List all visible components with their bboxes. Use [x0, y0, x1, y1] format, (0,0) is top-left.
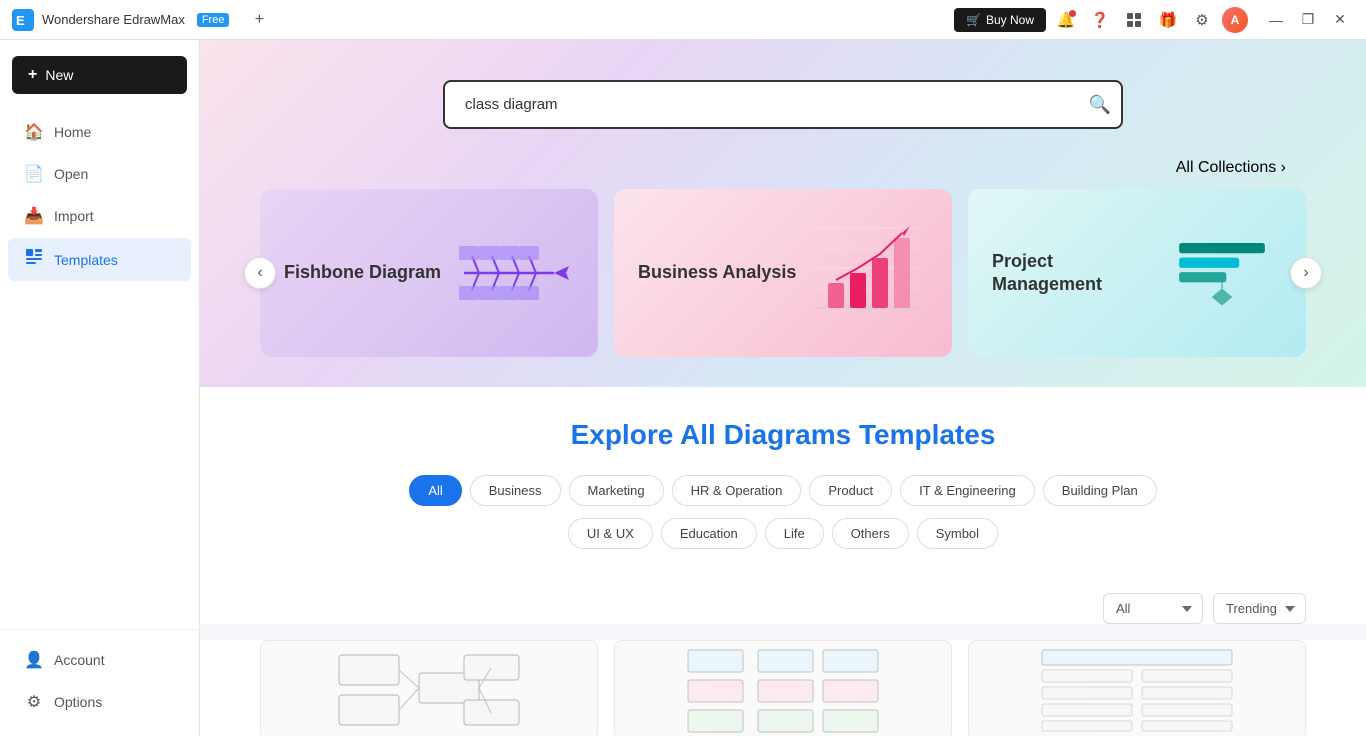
filter-tab-education[interactable]: Education	[661, 518, 757, 549]
gift-icon[interactable]: 🎁	[1154, 6, 1182, 34]
close-button[interactable]: ✕	[1326, 6, 1354, 34]
sidebar: + New 🏠 Home 📄 Open 📥 Import	[0, 40, 200, 736]
filter-tab-all[interactable]: All	[409, 475, 461, 506]
templates-preview	[200, 640, 1366, 736]
avatar[interactable]: A	[1222, 7, 1248, 33]
filter-tab-building-plan[interactable]: Building Plan	[1043, 475, 1157, 506]
project-image	[1162, 213, 1282, 333]
new-button[interactable]: + New	[12, 56, 187, 94]
sidebar-bottom: 👤 Account ⚙ Options	[0, 629, 199, 736]
app-tab: E Wondershare EdrawMax Free +	[12, 6, 954, 34]
filter-tabs-row2: UI & UX Education Life Others Symbol	[260, 518, 1306, 549]
plus-icon: +	[28, 66, 37, 84]
filter-tabs-row1: All Business Marketing HR & Operation Pr…	[260, 475, 1306, 506]
grid-view-icon[interactable]	[1120, 6, 1148, 34]
main-layout: + New 🏠 Home 📄 Open 📥 Import	[0, 40, 1366, 736]
business-card[interactable]: Business Analysis	[614, 189, 952, 357]
search-button[interactable]: 🔍	[1089, 94, 1111, 115]
all-collections-link[interactable]: All Collections ›	[260, 159, 1306, 177]
chevron-right-icon: ›	[1281, 159, 1286, 176]
minimize-button[interactable]: —	[1262, 6, 1290, 34]
sidebar-item-account[interactable]: 👤 Account	[8, 640, 191, 680]
sidebar-item-options[interactable]: ⚙ Options	[8, 682, 191, 722]
notification-badge	[1069, 10, 1076, 17]
filter-tab-symbol[interactable]: Symbol	[917, 518, 998, 549]
fishbone-title: Fishbone Diagram	[284, 261, 441, 284]
account-icon: 👤	[24, 650, 44, 670]
filter-tab-life[interactable]: Life	[765, 518, 824, 549]
sidebar-nav: 🏠 Home 📄 Open 📥 Import	[0, 110, 199, 629]
search-bar: 🔍	[443, 80, 1123, 129]
app-logo-icon: E	[12, 9, 34, 31]
template-card-2[interactable]	[614, 640, 952, 736]
sidebar-item-home[interactable]: 🏠 Home	[8, 112, 191, 152]
filter-tab-marketing[interactable]: Marketing	[569, 475, 664, 506]
maximize-button[interactable]: ❐	[1294, 6, 1322, 34]
content-area: 🔍 All Collections › ‹ Fishbone Diagram	[200, 40, 1366, 736]
carousel-prev-button[interactable]: ‹	[244, 257, 276, 289]
filter-tab-hr-operation[interactable]: HR & Operation	[672, 475, 802, 506]
settings-icon[interactable]: ⚙	[1188, 6, 1216, 34]
business-image	[808, 213, 928, 333]
file-icon: 📄	[24, 164, 44, 184]
fishbone-card[interactable]: Fishbone Diagram	[260, 189, 598, 357]
notifications-icon[interactable]: 🔔	[1052, 6, 1080, 34]
options-icon: ⚙	[24, 692, 44, 712]
category-select[interactable]: All Flowchart Mind Map UML	[1103, 593, 1203, 624]
business-title: Business Analysis	[638, 261, 796, 284]
home-icon: 🏠	[24, 122, 44, 142]
header-toolbar: 🛒 Buy Now 🔔 ❓ 🎁 ⚙ A — ❐ ✕	[954, 6, 1354, 34]
template-card-1[interactable]	[260, 640, 598, 736]
explore-title: Explore All Diagrams Templates	[260, 419, 1306, 451]
project-title: Project Management	[992, 250, 1162, 297]
app-name-label: Wondershare EdrawMax	[42, 12, 185, 27]
sidebar-item-open[interactable]: 📄 Open	[8, 154, 191, 194]
filter-tab-product[interactable]: Product	[809, 475, 892, 506]
category-cards-container: Fishbone Diagram	[260, 189, 1306, 357]
templates-icon	[24, 248, 44, 271]
filter-tab-ui-ux[interactable]: UI & UX	[568, 518, 653, 549]
app-free-badge: Free	[197, 13, 230, 27]
window-controls: — ❐ ✕	[1262, 6, 1354, 34]
project-card[interactable]: Project Management	[968, 189, 1306, 357]
cart-icon: 🛒	[966, 13, 981, 27]
import-icon: 📥	[24, 206, 44, 226]
explore-section: Explore All Diagrams Templates All Busin…	[200, 387, 1366, 593]
cards-wrapper: ‹ Fishbone Diagram	[260, 189, 1306, 357]
titlebar: E Wondershare EdrawMax Free + 🛒 Buy Now …	[0, 0, 1366, 40]
filter-tab-business[interactable]: Business	[470, 475, 561, 506]
fishbone-image	[454, 213, 574, 333]
buy-now-button[interactable]: 🛒 Buy Now	[954, 8, 1046, 32]
sort-select[interactable]: Trending Newest Popular	[1213, 593, 1306, 624]
filter-tab-it-engineering[interactable]: IT & Engineering	[900, 475, 1035, 506]
sidebar-item-templates[interactable]: Templates	[8, 238, 191, 281]
carousel-next-button[interactable]: ›	[1290, 257, 1322, 289]
sort-bar: All Flowchart Mind Map UML Trending Newe…	[200, 593, 1366, 624]
help-icon[interactable]: ❓	[1086, 6, 1114, 34]
svg-text:E: E	[16, 13, 25, 28]
filter-tab-others[interactable]: Others	[832, 518, 909, 549]
sidebar-item-import[interactable]: 📥 Import	[8, 196, 191, 236]
search-input[interactable]	[443, 80, 1123, 129]
template-card-3[interactable]	[968, 640, 1306, 736]
new-tab-button[interactable]: +	[245, 6, 273, 34]
hero-section: 🔍 All Collections › ‹ Fishbone Diagram	[200, 40, 1366, 387]
